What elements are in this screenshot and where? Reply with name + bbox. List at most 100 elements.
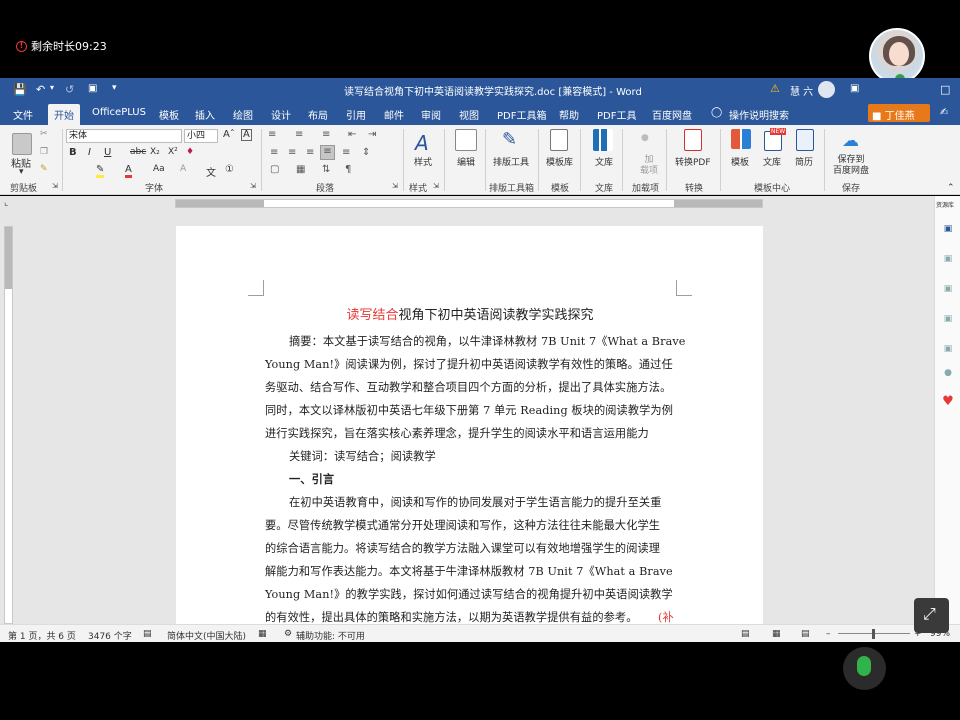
- feedback-icon[interactable]: □: [940, 83, 950, 96]
- tab-help[interactable]: 帮助: [559, 107, 579, 122]
- tab-pdf-toolbox[interactable]: PDF工具箱: [497, 107, 546, 122]
- find-icon[interactable]: [455, 129, 477, 151]
- customize-qat-icon[interactable]: ▾: [112, 83, 117, 93]
- convert-pdf-button[interactable]: 转换PDF: [675, 155, 711, 168]
- library2-button[interactable]: 文库: [763, 155, 781, 168]
- page-count[interactable]: 第 1 页，共 6 页: [8, 629, 76, 642]
- copy-icon[interactable]: ❐: [40, 147, 48, 157]
- side-more-icon[interactable]: ●: [941, 368, 955, 378]
- highlight-icon[interactable]: ✎: [96, 164, 105, 178]
- tab-officeplus[interactable]: OfficePLUS: [92, 107, 146, 118]
- word-count[interactable]: 3476 个字: [88, 629, 132, 642]
- increase-indent-icon[interactable]: ⇥: [368, 129, 376, 140]
- zoom-slider-thumb[interactable]: [872, 629, 875, 639]
- baidu-cloud-icon[interactable]: ☁: [842, 131, 859, 151]
- side-panel-header[interactable]: 资源库: [936, 200, 954, 209]
- tab-pdf-tools[interactable]: PDF工具: [597, 107, 636, 122]
- language-status[interactable]: 简体中文(中国大陆): [167, 629, 246, 642]
- justify-icon[interactable]: ≡: [320, 145, 335, 160]
- enclose-char-icon[interactable]: ①: [225, 164, 234, 175]
- user-badge[interactable]: ■ 丁佳燕: [868, 104, 930, 122]
- char-shading-icon[interactable]: A: [180, 164, 186, 174]
- shading-icon[interactable]: ▢: [270, 164, 279, 175]
- redo-icon[interactable]: ↺: [65, 83, 74, 96]
- tab-home[interactable]: 开始: [48, 104, 80, 125]
- tab-mailings[interactable]: 邮件: [384, 107, 404, 122]
- convert-pdf-icon[interactable]: [684, 129, 702, 151]
- styles-button[interactable]: 样式: [414, 155, 432, 168]
- tab-draw[interactable]: 绘图: [233, 107, 253, 122]
- layout-tool-icon[interactable]: ✎: [502, 129, 517, 150]
- library-icon[interactable]: [593, 129, 613, 151]
- char-border-icon[interactable]: A: [241, 129, 252, 141]
- horizontal-ruler[interactable]: [175, 199, 763, 208]
- account-avatar-icon[interactable]: [818, 81, 835, 98]
- bullets-icon[interactable]: ≡: [268, 129, 276, 140]
- tab-stop-icon[interactable]: ⌞: [4, 198, 8, 208]
- accessibility-status[interactable]: 辅助功能: 不可用: [296, 629, 365, 642]
- paragraph-launcher-icon[interactable]: ⇲: [392, 182, 398, 190]
- macro-icon[interactable]: ▦: [258, 629, 267, 639]
- web-layout-icon[interactable]: ▤: [801, 629, 810, 639]
- intro-line-6[interactable]: 的有效性，提出具体的策略和实施方法，以期为英语教学提供有益的参考。: [265, 609, 638, 625]
- font-launcher-icon[interactable]: ⇲: [250, 182, 256, 190]
- format-painter-icon[interactable]: ✎: [40, 164, 48, 174]
- account-name[interactable]: 慧 六: [790, 83, 813, 98]
- tab-review[interactable]: 审阅: [421, 107, 441, 122]
- underline-button[interactable]: U: [104, 147, 111, 158]
- read-mode-icon[interactable]: ▤: [741, 629, 750, 639]
- strikethrough-button[interactable]: abc: [130, 147, 146, 157]
- paste-icon[interactable]: [12, 133, 32, 155]
- undo-icon[interactable]: ↶: [36, 83, 45, 96]
- intro-line-4[interactable]: 解能力和写作表达能力。本文将基于牛津译林版教材 7B Unit 7《What a…: [265, 563, 675, 579]
- microphone-button[interactable]: [843, 647, 886, 690]
- side-item-2-icon[interactable]: ▣: [941, 254, 955, 264]
- superscript-button[interactable]: X²: [168, 147, 178, 157]
- section-heading[interactable]: 一、引言: [289, 471, 699, 487]
- document-title[interactable]: 读写结合视角下初中英语阅读教学实践探究: [265, 304, 675, 323]
- zoom-out-icon[interactable]: –: [826, 629, 831, 639]
- template-library-button[interactable]: 模板库: [546, 155, 573, 168]
- cut-icon[interactable]: ✂: [40, 129, 48, 139]
- sort-icon[interactable]: ⇅: [322, 164, 330, 175]
- library-button[interactable]: 文库: [595, 155, 613, 168]
- tell-me-search[interactable]: 操作说明搜索: [729, 107, 789, 122]
- distributed-icon[interactable]: ≡: [342, 147, 350, 158]
- abstract-line-4[interactable]: 同时，本文以译林版初中英语七年级下册第 7 单元 Reading 板块的阅读教学…: [265, 402, 675, 418]
- keywords-line[interactable]: 关键词：读写结合；阅读教学: [289, 448, 699, 464]
- side-doc-icon[interactable]: ▣: [941, 224, 955, 234]
- tab-template[interactable]: 模板: [159, 107, 179, 122]
- intro-line-1[interactable]: 在初中英语教育中，阅读和写作的协同发展对于学生语言能力的提升至关重: [289, 494, 675, 510]
- warning-icon[interactable]: ⚠: [770, 82, 780, 95]
- template-button[interactable]: 模板: [731, 155, 749, 168]
- font-color-button[interactable]: A: [125, 164, 132, 178]
- proofing-icon[interactable]: ▤: [143, 629, 152, 639]
- resume-button[interactable]: 简历: [795, 155, 813, 168]
- align-right-icon[interactable]: ≡: [306, 147, 314, 158]
- phonetic-guide-icon[interactable]: 文: [206, 164, 216, 179]
- align-center-icon[interactable]: ≡: [288, 147, 296, 158]
- paste-dropdown-icon[interactable]: ▾: [19, 167, 24, 177]
- abstract-line-5[interactable]: 进行实践探究，旨在落实核心素养理念，提升学生的阅读水平和语言运用能力: [265, 425, 675, 441]
- layout-tool-button[interactable]: 排版工具: [493, 155, 529, 168]
- abstract-line-1[interactable]: 摘要：本文基于读写结合的视角，以牛津译林教材 7B Unit 7《What a …: [289, 333, 685, 349]
- align-left-icon[interactable]: ≡: [270, 147, 278, 158]
- subscript-button[interactable]: X₂: [150, 147, 160, 157]
- tab-view[interactable]: 视图: [459, 107, 479, 122]
- line-spacing-icon[interactable]: ⇕: [362, 147, 370, 158]
- font-size-select[interactable]: 小四: [184, 129, 218, 143]
- resume-icon[interactable]: [796, 129, 814, 151]
- fullscreen-button[interactable]: ⤢: [914, 598, 949, 633]
- italic-button[interactable]: I: [88, 147, 91, 158]
- tab-file[interactable]: 文件: [13, 107, 33, 122]
- tab-insert[interactable]: 插入: [195, 107, 215, 122]
- multilevel-list-icon[interactable]: ≡: [322, 129, 330, 140]
- change-case-button[interactable]: Aa: [153, 164, 165, 174]
- template-library-icon[interactable]: [550, 129, 568, 151]
- undo-dropdown-icon[interactable]: ▾: [50, 83, 54, 92]
- print-preview-icon[interactable]: ▣: [88, 83, 97, 94]
- clear-format-icon[interactable]: ♦: [186, 147, 194, 157]
- abstract-line-2[interactable]: Young Man!》阅读课为例，探讨了提升初中英语阅读教学有效性的策略。通过任: [265, 356, 675, 372]
- ribbon-display-icon[interactable]: ▣: [850, 83, 859, 94]
- tab-layout[interactable]: 布局: [308, 107, 328, 122]
